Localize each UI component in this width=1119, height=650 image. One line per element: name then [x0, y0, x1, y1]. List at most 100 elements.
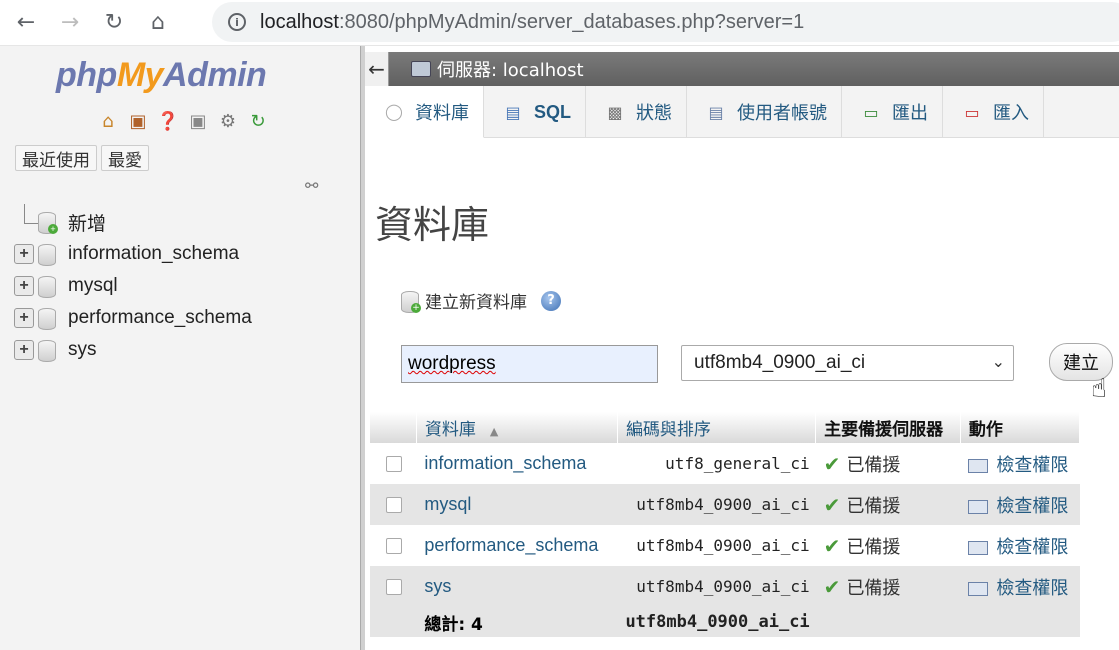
chevron-down-icon: ⌄ — [991, 354, 1005, 371]
tree-item-mysql[interactable]: + mysql — [14, 270, 252, 302]
collation-value: utf8mb4_0900_ai_ci — [617, 484, 816, 525]
table-row: sys utf8mb4_0900_ai_ci ✔ 已備援 檢查權限 — [370, 566, 1080, 607]
import-icon: ▭ — [964, 102, 980, 122]
tab-status[interactable]: ▩ 狀態 — [586, 86, 688, 138]
column-header-database[interactable]: 資料庫 ▲ — [416, 412, 618, 443]
sql-icon: ▤ — [505, 102, 521, 122]
privileges-icon — [968, 540, 989, 555]
recent-button[interactable]: 最近使用 — [15, 145, 97, 171]
server-icon — [411, 61, 431, 77]
check-privileges-link[interactable]: 檢查權限 — [960, 484, 1080, 525]
browser-toolbar: ← → ↻ ⌂ i localhost:8080/phpMyAdmin/serv… — [0, 0, 1119, 46]
database-name-link[interactable]: information_schema — [416, 443, 618, 484]
server-breadcrumb: ← 伺服器: localhost — [365, 52, 1119, 86]
tree-item-label[interactable]: performance_schema — [68, 307, 252, 329]
docs-icon[interactable]: ▣ — [185, 109, 211, 133]
server-label[interactable]: 伺服器: localhost — [411, 56, 584, 82]
database-icon — [38, 244, 56, 266]
logout-icon[interactable]: ▣ — [125, 109, 151, 133]
row-checkbox[interactable] — [386, 537, 402, 554]
row-checkbox[interactable] — [386, 578, 402, 595]
databases-table: 資料庫 ▲ 編碼與排序 主要備援伺服器 動作 information_schema… — [370, 412, 1081, 637]
database-name-input[interactable]: wordpress — [401, 345, 658, 383]
row-checkbox[interactable] — [386, 455, 402, 472]
collation-value: utf8_general_ci — [617, 443, 816, 484]
tree-item-label[interactable]: sys — [68, 339, 97, 361]
reload-icon[interactable]: ↻ — [245, 109, 271, 133]
top-menu-tabs: ◯ 資料庫 ▤ SQL ▩ 狀態 ▤ 使用者帳號 ▭ 匯出 ▭ 匯入 — [365, 86, 1119, 138]
users-icon: ▤ — [708, 102, 724, 122]
address-bar[interactable]: i localhost:8080/phpMyAdmin/server_datab… — [212, 2, 1119, 42]
table-row: performance_schema utf8mb4_0900_ai_ci ✔ 已… — [370, 525, 1080, 566]
info-icon[interactable]: i — [228, 13, 246, 31]
tree-item-new[interactable]: + 新增 — [14, 204, 252, 238]
table-total-row: 總計: 4 utf8mb4_0900_ai_ci — [370, 607, 1080, 637]
database-icon — [38, 340, 56, 362]
forward-arrow-icon[interactable]: → — [52, 5, 88, 41]
tree-item-label[interactable]: information_schema — [68, 243, 239, 265]
database-name-link[interactable]: sys — [416, 566, 618, 607]
privileges-icon — [968, 499, 989, 514]
collation-value: utf8mb4_0900_ai_ci — [617, 525, 816, 566]
column-header-collation[interactable]: 編碼與排序 — [617, 412, 817, 443]
create-database-heading: + 建立新資料庫 ? — [401, 288, 561, 313]
url-text[interactable]: localhost:8080/phpMyAdmin/server_databas… — [260, 11, 804, 34]
tree-item-sys[interactable]: + sys — [14, 334, 252, 366]
tree-item-performance-schema[interactable]: + performance_schema — [14, 302, 252, 334]
page-title: 資料庫 — [375, 203, 490, 247]
database-tree: + 新增 + information_schema + mysql + perf… — [14, 204, 252, 366]
database-name-link[interactable]: performance_schema — [416, 525, 618, 566]
create-database-label: 建立新資料庫 — [425, 293, 527, 313]
status-icon: ▩ — [607, 102, 623, 122]
column-header-replication: 主要備援伺服器 — [815, 412, 961, 443]
home-icon[interactable]: ⌂ — [95, 109, 121, 133]
tab-sql[interactable]: ▤ SQL — [484, 86, 587, 138]
tree-item-label[interactable]: 新增 — [68, 209, 106, 236]
expand-icon[interactable]: + — [14, 244, 34, 264]
tree-item-label[interactable]: mysql — [68, 275, 118, 297]
favorites-button[interactable]: 最愛 — [101, 145, 149, 171]
tab-import[interactable]: ▭ 匯入 — [943, 86, 1045, 138]
tab-databases[interactable]: ◯ 資料庫 — [365, 86, 484, 138]
database-icon — [38, 276, 56, 298]
check-privileges-link[interactable]: 檢查權限 — [960, 566, 1080, 607]
collapse-arrow-icon[interactable]: ← — [365, 52, 389, 86]
table-row: information_schema utf8_general_ci ✔ 已備援 … — [370, 443, 1080, 484]
link-icon[interactable]: ⚯ — [305, 176, 318, 195]
row-checkbox[interactable] — [386, 496, 402, 513]
help-icon[interactable]: ? — [541, 290, 561, 311]
reload-icon[interactable]: ↻ — [96, 5, 132, 41]
check-icon: ✔ — [823, 574, 841, 599]
database-icon — [38, 308, 56, 330]
tab-export[interactable]: ▭ 匯出 — [842, 86, 944, 138]
phpmyadmin-logo[interactable]: phpMyAdmin — [56, 56, 267, 95]
back-arrow-icon[interactable]: ← — [8, 5, 44, 41]
help-icon[interactable]: ❓ — [155, 109, 181, 133]
settings-icon[interactable]: ⚙ — [215, 109, 241, 133]
home-icon[interactable]: ⌂ — [140, 5, 176, 41]
expand-icon[interactable]: + — [14, 340, 34, 360]
replication-status: ✔ 已備援 — [815, 443, 961, 484]
database-icon: ◯ — [385, 102, 403, 121]
sort-asc-icon: ▲ — [489, 425, 499, 438]
column-header-action: 動作 — [960, 412, 1081, 443]
collation-select[interactable]: utf8mb4_0900_ai_ci ⌄ — [681, 345, 1014, 381]
expand-icon[interactable]: + — [14, 276, 34, 296]
privileges-icon — [968, 581, 989, 596]
new-database-icon: + — [401, 290, 421, 313]
replication-status: ✔ 已備援 — [815, 525, 961, 566]
expand-icon[interactable]: + — [14, 308, 34, 328]
database-name-link[interactable]: mysql — [416, 484, 618, 525]
table-row: mysql utf8mb4_0900_ai_ci ✔ 已備援 檢查權限 — [370, 484, 1080, 525]
replication-status: ✔ 已備援 — [815, 484, 961, 525]
privileges-icon — [968, 458, 989, 473]
check-icon: ✔ — [823, 451, 841, 476]
collation-value: utf8mb4_0900_ai_ci — [617, 566, 816, 607]
check-privileges-link[interactable]: 檢查權限 — [960, 443, 1080, 484]
tree-item-information-schema[interactable]: + information_schema — [14, 238, 252, 270]
tab-users[interactable]: ▤ 使用者帳號 — [687, 86, 843, 138]
check-icon: ✔ — [823, 533, 841, 558]
total-collation: utf8mb4_0900_ai_ci — [617, 607, 816, 637]
main-content: ← 伺服器: localhost ◯ 資料庫 ▤ SQL ▩ 狀態 ▤ 使用者帳… — [365, 46, 1119, 650]
check-privileges-link[interactable]: 檢查權限 — [960, 525, 1080, 566]
